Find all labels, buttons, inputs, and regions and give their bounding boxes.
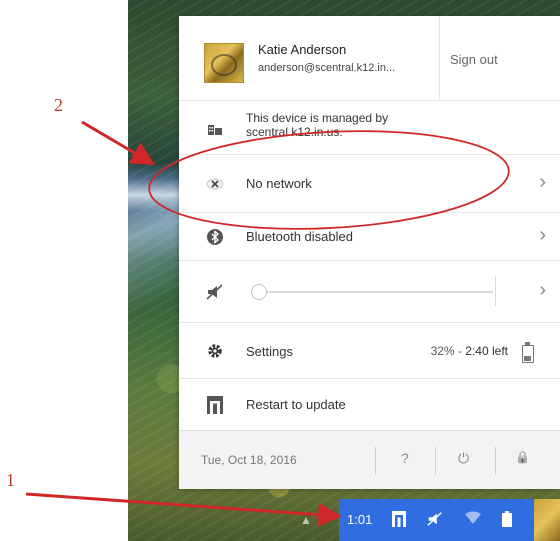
restart-label: Restart to update xyxy=(246,397,346,412)
bluetooth-label: Bluetooth disabled xyxy=(246,229,353,244)
network-row[interactable]: No network › xyxy=(179,154,560,213)
annotation-number-2: 2 xyxy=(54,95,63,115)
chevron-right-icon[interactable]: › xyxy=(539,279,546,302)
battery-percent: 32% xyxy=(430,344,455,358)
chevron-right-icon: › xyxy=(539,171,546,193)
battery-status: 32% - 2:40 left xyxy=(431,344,508,358)
settings-label: Settings xyxy=(246,344,293,359)
battery-separator: - xyxy=(457,344,462,358)
avatar xyxy=(204,43,244,83)
wifi-icon xyxy=(465,511,481,528)
lock-icon[interactable]: 🔒 xyxy=(515,450,530,464)
divider xyxy=(495,447,496,475)
no-network-icon xyxy=(205,174,225,194)
user-email: anderson@scentral.k12.in... xyxy=(258,62,396,74)
date-label[interactable]: Tue, Oct 18, 2016 xyxy=(201,453,297,467)
building-icon xyxy=(205,119,225,139)
managed-device-row[interactable]: This device is managed by scentral.k12.i… xyxy=(179,100,560,155)
user-name: Katie Anderson xyxy=(258,42,347,57)
update-icon xyxy=(392,511,406,530)
volume-slider-track[interactable] xyxy=(265,291,493,293)
status-area[interactable]: 1:01 xyxy=(339,499,534,541)
sign-out-button[interactable]: Sign out xyxy=(450,52,498,67)
speaker-muted-icon xyxy=(427,511,443,530)
speaker-muted-icon[interactable] xyxy=(205,282,225,302)
battery-icon xyxy=(502,511,512,530)
shelf-icon[interactable]: ▲ xyxy=(300,513,312,527)
divider xyxy=(375,447,376,475)
volume-slider-handle[interactable] xyxy=(251,284,267,300)
restart-update-row[interactable]: Restart to update xyxy=(179,378,560,431)
avatar[interactable] xyxy=(534,499,560,541)
settings-row[interactable]: Settings 32% - 2:40 left xyxy=(179,322,560,379)
bluetooth-row[interactable]: Bluetooth disabled › xyxy=(179,212,560,261)
battery-icon xyxy=(522,342,534,363)
managed-text: This device is managed by scentral.k12.i… xyxy=(246,111,389,139)
system-tray-menu: Katie Anderson anderson@scentral.k12.in.… xyxy=(179,16,560,489)
gear-icon xyxy=(205,341,225,361)
bluetooth-icon xyxy=(205,227,225,247)
clock: 1:01 xyxy=(347,512,373,527)
help-button[interactable]: ? xyxy=(401,450,409,466)
network-label: No network xyxy=(246,176,312,191)
user-row: Katie Anderson anderson@scentral.k12.in.… xyxy=(179,16,560,100)
volume-row: › xyxy=(179,260,560,323)
divider xyxy=(495,276,496,306)
tray-footer: Tue, Oct 18, 2016 ? ⏻ 🔒 xyxy=(179,430,560,489)
divider xyxy=(439,16,440,100)
annotation-number-1: 1 xyxy=(6,470,15,490)
power-button[interactable]: ⏻ xyxy=(458,450,469,467)
update-icon xyxy=(205,395,225,415)
divider xyxy=(435,447,436,475)
chevron-right-icon: › xyxy=(539,224,546,246)
battery-time-left: 2:40 left xyxy=(465,344,508,358)
